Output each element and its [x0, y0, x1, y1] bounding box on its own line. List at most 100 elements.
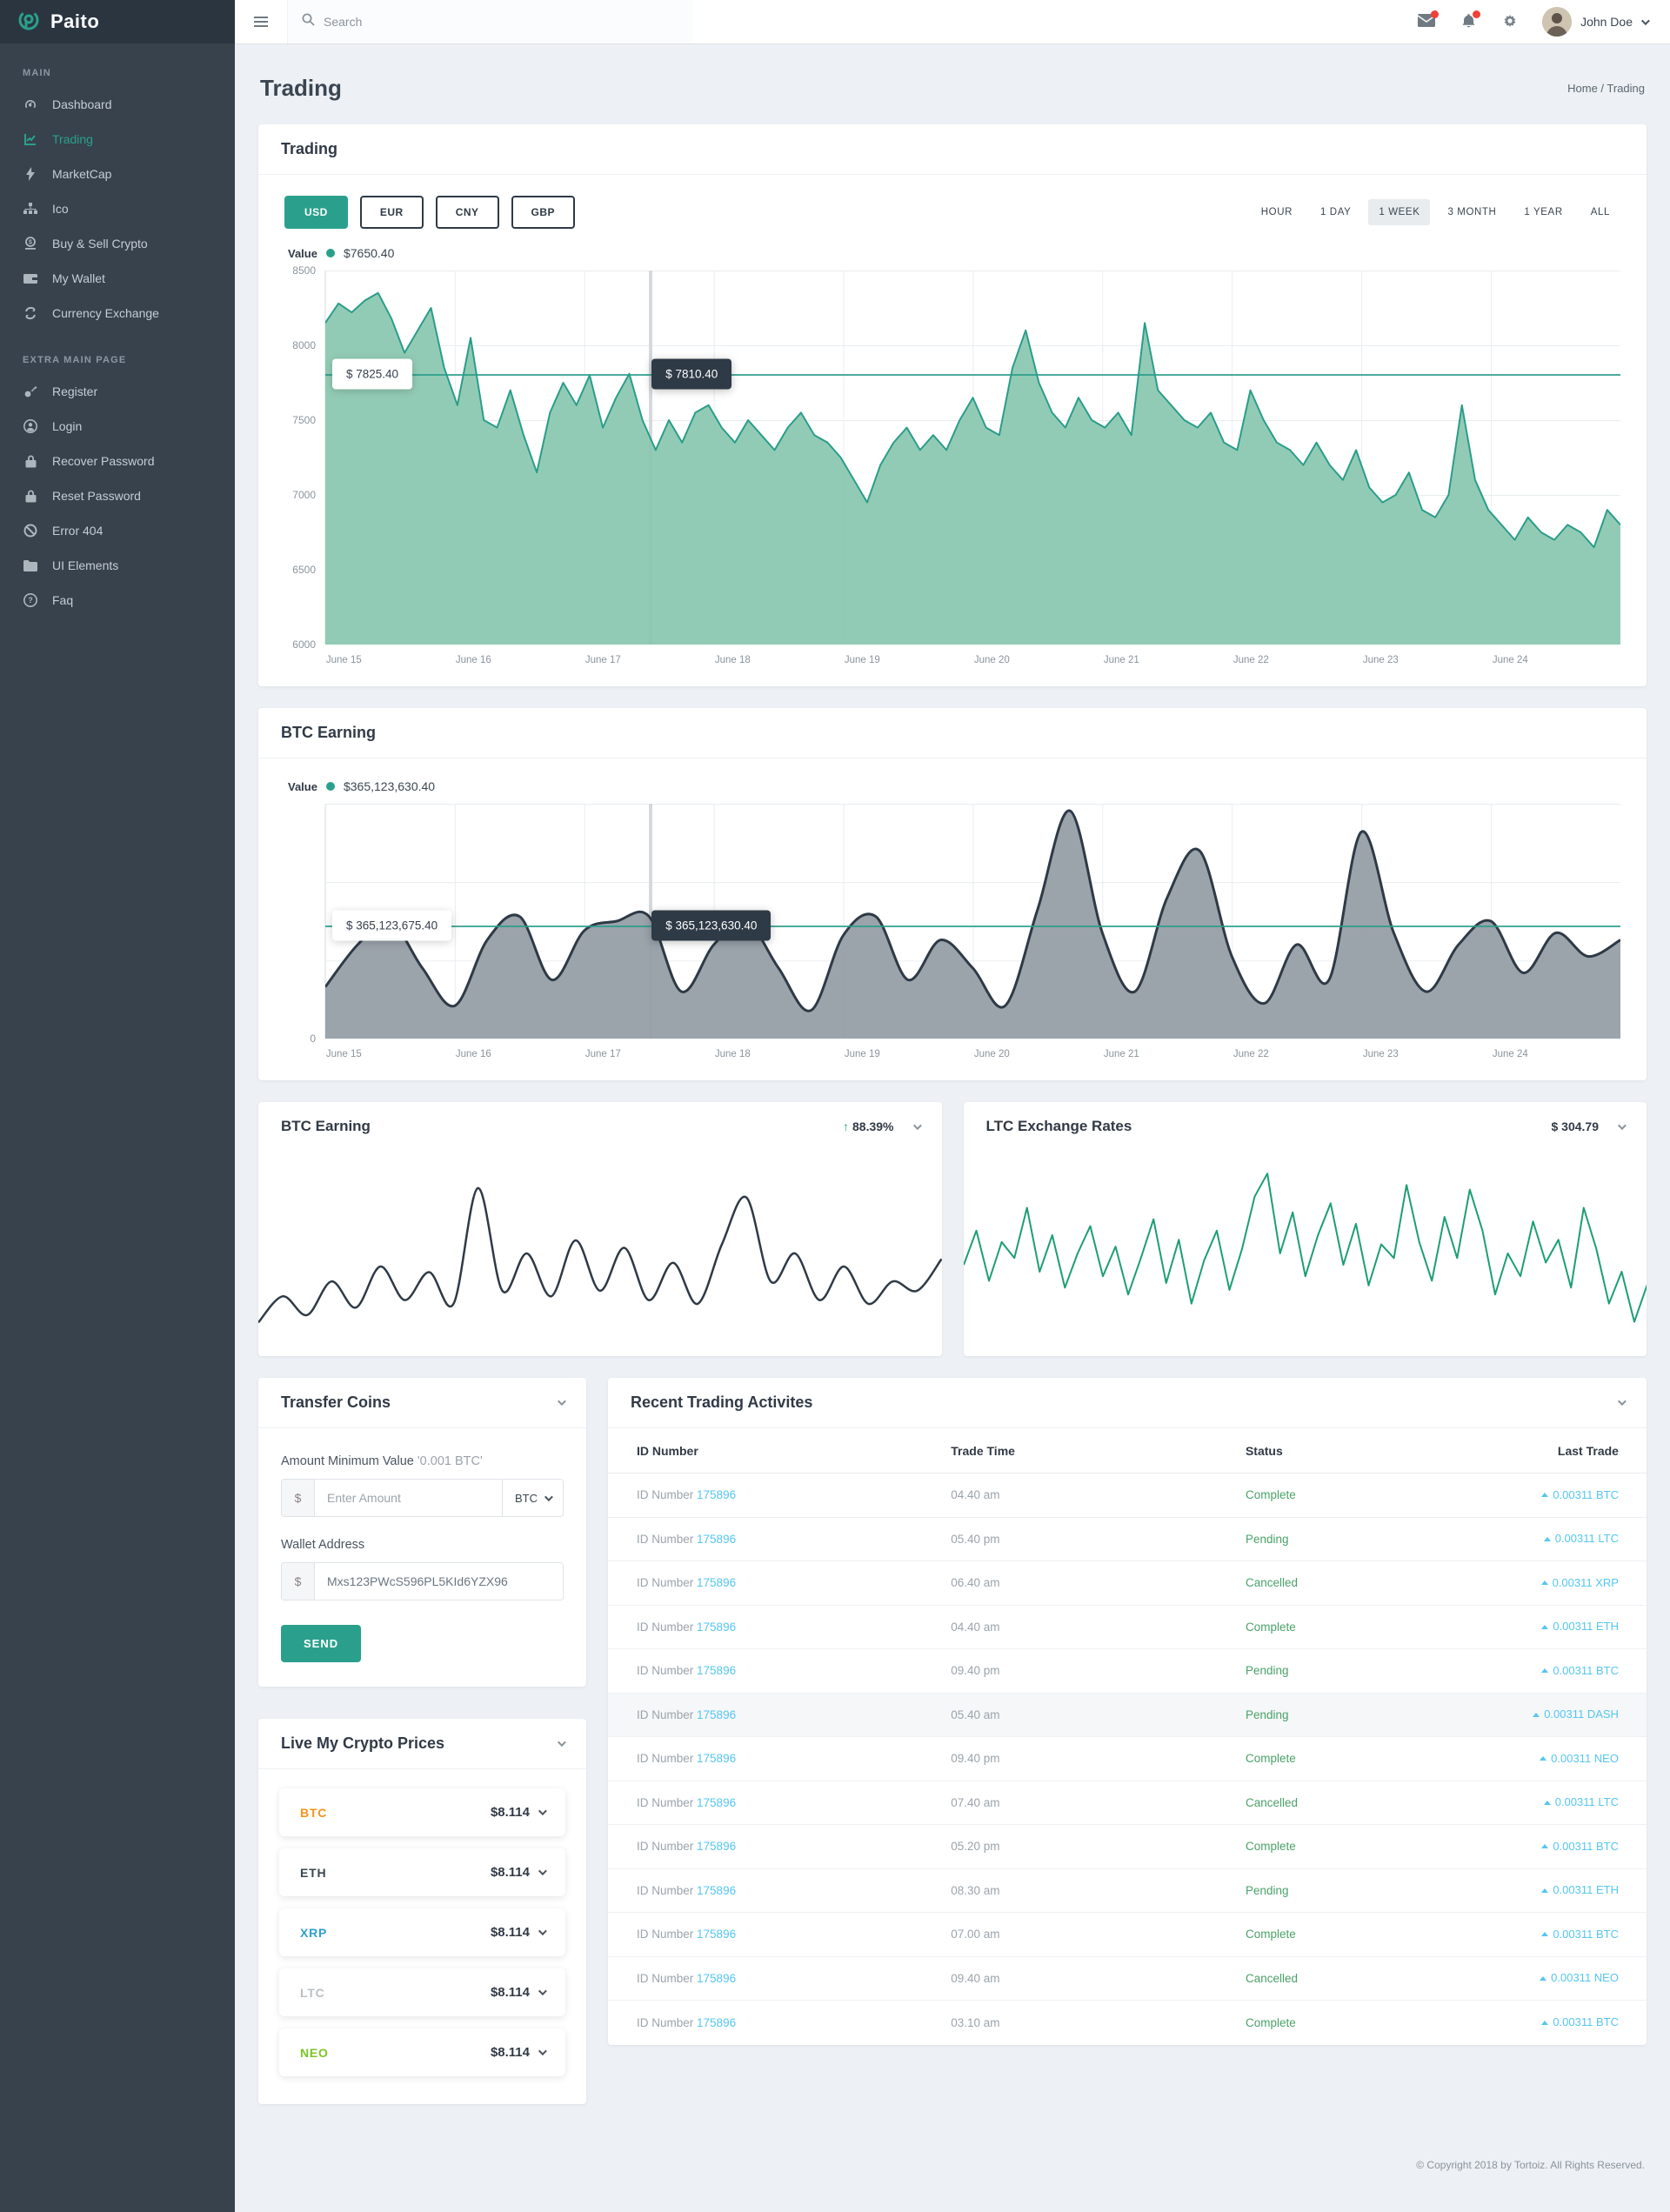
sidebar-item-label: Ico — [52, 202, 69, 216]
amount-input[interactable] — [315, 1480, 502, 1516]
chevron-down-icon[interactable] — [1617, 1397, 1627, 1407]
range-button-1year[interactable]: 1 YEAR — [1513, 199, 1573, 225]
sidebar-item-dashboard[interactable]: Dashboard — [0, 87, 235, 122]
brand[interactable]: Paito — [0, 0, 235, 43]
chevron-down-icon[interactable] — [538, 1927, 547, 1936]
table-row: ID Number 175896 06.40 am Cancelled 0.00… — [608, 1561, 1647, 1606]
sidebar-item-recover-password[interactable]: Recover Password — [0, 444, 235, 478]
range-button-3month[interactable]: 3 MONTH — [1437, 199, 1506, 225]
currency-button-cny[interactable]: CNY — [435, 196, 499, 229]
y-axis: 0 — [284, 804, 324, 1045]
caret-up-icon — [1541, 1624, 1549, 1629]
price-row-eth[interactable]: ETH $8.114 — [279, 1848, 565, 1896]
mini-line-chart — [964, 1151, 1647, 1356]
trade-id-link[interactable]: 175896 — [697, 1972, 736, 1985]
chevron-down-icon[interactable] — [557, 1738, 566, 1748]
trade-id-link[interactable]: 175896 — [697, 1576, 736, 1589]
wallet-icon — [23, 272, 38, 284]
sidebar-item-my-wallet[interactable]: My Wallet — [0, 261, 235, 296]
settings-button[interactable] — [1500, 12, 1520, 31]
caret-up-icon — [1540, 1756, 1547, 1761]
search-box — [287, 0, 693, 43]
caret-up-icon — [1543, 1536, 1551, 1541]
table-row: ID Number 175896 04.40 am Complete 0.003… — [608, 1474, 1647, 1518]
trade-id-link[interactable]: 175896 — [697, 2016, 736, 2029]
trade-id-link[interactable]: 175896 — [697, 1840, 736, 1853]
breadcrumb[interactable]: Home / Trading — [1567, 82, 1645, 95]
chevron-down-icon[interactable] — [1617, 1120, 1627, 1130]
sidebar-item-buy-sell-crypto[interactable]: $ Buy & Sell Crypto — [0, 226, 235, 261]
trade-id-link[interactable]: 175896 — [697, 1488, 736, 1501]
reference-line — [325, 926, 1620, 928]
currency-button-usd[interactable]: USD — [284, 196, 348, 229]
chevron-down-icon[interactable] — [538, 1987, 547, 1996]
chevron-down-icon[interactable] — [557, 1397, 566, 1407]
user-menu[interactable]: John Doe — [1542, 7, 1650, 37]
table-row: ID Number 175896 05.40 am Pending 0.0031… — [608, 1693, 1647, 1737]
user-icon — [23, 419, 38, 433]
sidebar-item-ico[interactable]: Ico — [0, 191, 235, 226]
trade-id-link[interactable]: 175896 — [697, 1664, 736, 1677]
chevron-down-icon[interactable] — [538, 1867, 547, 1876]
range-button-hour[interactable]: HOUR — [1251, 199, 1303, 225]
sidebar-item-marketcap[interactable]: MarketCap — [0, 157, 235, 191]
coin-select[interactable]: BTC — [502, 1480, 563, 1516]
legend-label: Value — [288, 779, 317, 793]
sidebar-item-error-404[interactable]: Error 404 — [0, 513, 235, 548]
sidebar-item-label: MarketCap — [52, 167, 112, 181]
menu-toggle-button[interactable] — [235, 0, 287, 43]
sidebar-item-trading[interactable]: Trading — [0, 122, 235, 157]
svg-text:$: $ — [29, 240, 32, 246]
sidebar-item-label: Login — [52, 419, 83, 433]
send-button[interactable]: SEND — [281, 1625, 362, 1662]
reference-line — [325, 373, 1620, 376]
table-row: ID Number 175896 08.30 am Pending 0.0031… — [608, 1869, 1647, 1913]
sidebar-item-faq[interactable]: ? Faq — [0, 583, 235, 618]
trade-id-link[interactable]: 175896 — [697, 1533, 736, 1546]
user-name: John Doe — [1580, 15, 1633, 29]
chevron-down-icon[interactable] — [538, 1807, 547, 1816]
price-row-xrp[interactable]: XRP $8.114 — [279, 1908, 565, 1956]
price-row-btc[interactable]: BTC $8.114 — [279, 1788, 565, 1836]
x-tick: June 22 — [1232, 1049, 1269, 1059]
x-tick: June 19 — [844, 1049, 880, 1059]
btc-earning-chart: 0 $ 365,123,675.40 $ 365,123,630.40 — [284, 804, 1620, 1045]
range-button-all[interactable]: ALL — [1580, 199, 1620, 225]
chevron-down-icon[interactable] — [538, 2047, 547, 2056]
sidebar-item-ui-elements[interactable]: UI Elements — [0, 548, 235, 583]
x-axis: June 15 June 16 June 17 June 18 June 19 … — [324, 1039, 1620, 1065]
main-area: John Doe Trading Home / Trading Trading … — [235, 0, 1670, 2212]
sidebar-item-reset-password[interactable]: Reset Password — [0, 478, 235, 513]
x-tick: June 24 — [1492, 1049, 1528, 1059]
chevron-down-icon[interactable] — [912, 1120, 922, 1130]
sidebar-item-login[interactable]: Login — [0, 409, 235, 444]
trade-id-link[interactable]: 175896 — [697, 1928, 736, 1941]
table-header: ID Number Trade Time Status Last Trade — [608, 1428, 1647, 1474]
caret-up-icon — [1533, 1712, 1540, 1717]
x-tick: June 22 — [1232, 655, 1269, 665]
currency-button-gbp[interactable]: GBP — [511, 196, 576, 229]
messages-button[interactable] — [1417, 10, 1440, 31]
sidebar-item-currency-exchange[interactable]: Currency Exchange — [0, 296, 235, 331]
x-tick: June 15 — [325, 1049, 362, 1059]
trade-id-link[interactable]: 175896 — [697, 1884, 736, 1897]
notifications-button[interactable] — [1459, 10, 1481, 31]
wallet-address-input[interactable] — [315, 1563, 563, 1600]
card-title: LTC Exchange Rates — [985, 1118, 1132, 1134]
trade-id-link[interactable]: 175896 — [697, 1621, 736, 1634]
range-button-1week[interactable]: 1 WEEK — [1368, 199, 1431, 225]
trade-id-link[interactable]: 175896 — [697, 1708, 736, 1721]
search-input[interactable] — [324, 15, 679, 29]
price-row-ltc[interactable]: LTC $8.114 — [279, 1968, 565, 2016]
price-row-neo[interactable]: NEO $8.114 — [279, 2028, 565, 2076]
y-tick: 7500 — [292, 414, 316, 426]
table-row: ID Number 175896 09.40 pm Complete 0.003… — [608, 1737, 1647, 1781]
sidebar-item-register[interactable]: Register — [0, 374, 235, 409]
x-tick: June 16 — [455, 1049, 491, 1059]
lock-icon — [23, 454, 38, 468]
trade-id-link[interactable]: 175896 — [697, 1796, 736, 1809]
range-button-1day[interactable]: 1 DAY — [1310, 199, 1361, 225]
trade-id-link[interactable]: 175896 — [697, 1752, 736, 1765]
caret-up-icon — [1540, 1580, 1548, 1586]
currency-button-eur[interactable]: EUR — [359, 196, 424, 229]
